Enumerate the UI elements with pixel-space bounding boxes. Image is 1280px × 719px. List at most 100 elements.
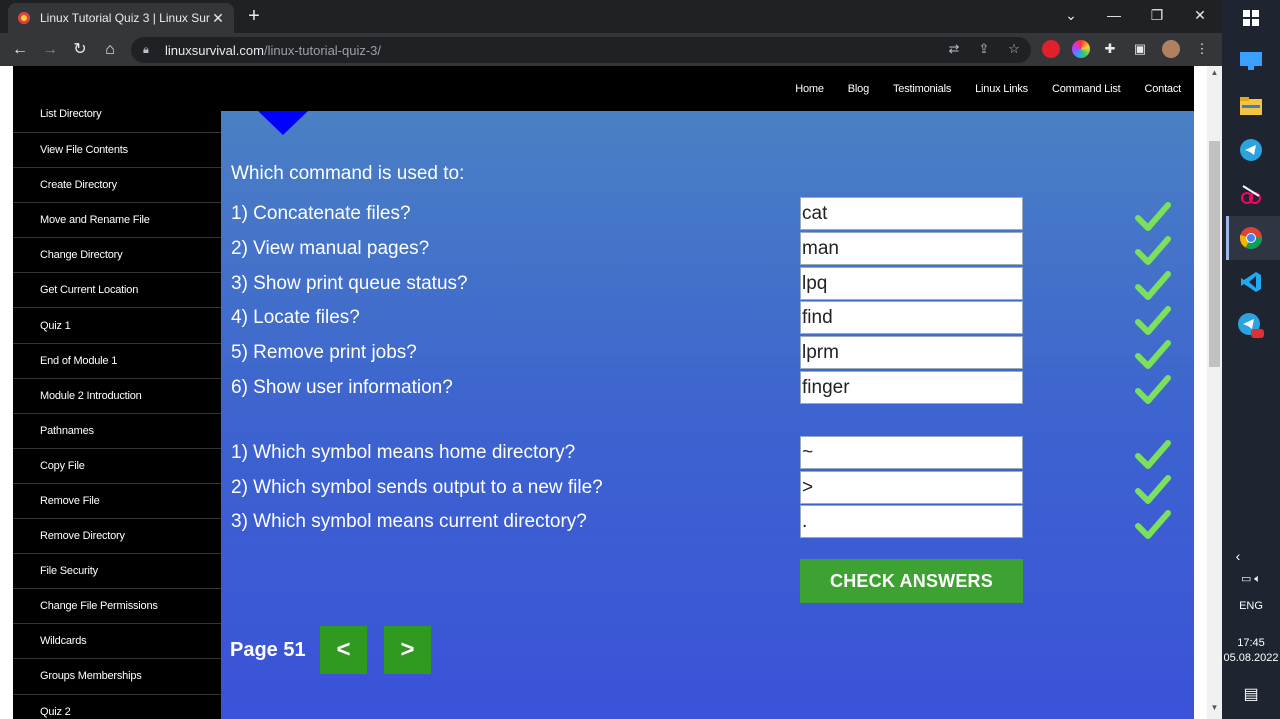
nav-home[interactable]: Home xyxy=(795,83,824,95)
sidebar-item-remove-directory[interactable]: Remove Directory xyxy=(13,519,221,555)
web-page: List Directory View File Contents Create… xyxy=(0,66,1207,719)
correct-check-icon xyxy=(1135,340,1171,369)
nav-contact[interactable]: Contact xyxy=(1144,83,1181,95)
extension-color-icon[interactable] xyxy=(1072,40,1090,58)
sidebar-item-file-security[interactable]: File Security xyxy=(13,554,221,590)
answer-input[interactable] xyxy=(800,197,1023,230)
sidebar-item-end-of-module-1[interactable]: End of Module 1 xyxy=(13,344,221,379)
tab-close-icon[interactable]: ✕ xyxy=(210,10,226,27)
clock-time: 17:45 xyxy=(1237,637,1265,649)
tab-title: Linux Tutorial Quiz 3 | Linux Surv xyxy=(40,11,210,25)
correct-check-icon xyxy=(1135,440,1171,469)
sidebar-item-change-directory[interactable]: Change Directory xyxy=(13,238,221,274)
nav-testimonials[interactable]: Testimonials xyxy=(893,83,951,95)
telegram-badge-icon[interactable] xyxy=(1235,310,1267,342)
question-text: 1) Concatenate files? xyxy=(231,203,411,224)
correct-check-icon xyxy=(1135,375,1171,404)
show-hidden-icons-chevron-icon[interactable]: ‹ xyxy=(1222,548,1254,564)
question-text: 2) View manual pages? xyxy=(231,238,430,259)
share-icon[interactable]: ⇪ xyxy=(974,38,994,60)
answer-input[interactable] xyxy=(800,371,1023,404)
question-text: 3) Which symbol means current directory? xyxy=(231,511,587,532)
sidebar-item-quiz-1[interactable]: Quiz 1 xyxy=(13,308,221,344)
restore-button[interactable]: ❐ xyxy=(1135,0,1179,30)
previous-page-button[interactable]: < xyxy=(320,626,367,674)
page-scrollbar[interactable]: ▲ ▼ xyxy=(1207,66,1222,719)
minimize-button[interactable]: — xyxy=(1092,0,1136,30)
menu-dots-icon[interactable]: ⋮ xyxy=(1192,38,1212,60)
snipping-tool-icon[interactable] xyxy=(1235,178,1267,210)
tab-search-icon[interactable]: ⌄ xyxy=(1049,0,1093,30)
forward-icon[interactable]: → xyxy=(37,37,63,63)
answer-input[interactable] xyxy=(800,336,1023,369)
sidebar-item-view-file-contents[interactable]: View File Contents xyxy=(13,133,221,169)
sidebar-item-module-2-intro[interactable]: Module 2 Introduction xyxy=(13,379,221,414)
question-text: 4) Locate files? xyxy=(231,307,360,328)
windows-taskbar: ‹ ▭ 🔈︎ ENG 17:45 05.08.2022 ▤ xyxy=(1222,0,1280,719)
question-text: 1) Which symbol means home directory? xyxy=(231,442,576,463)
sidebar-item-remove-file[interactable]: Remove File xyxy=(13,484,221,520)
answer-input[interactable] xyxy=(800,471,1023,504)
question-text: 5) Remove print jobs? xyxy=(231,342,417,363)
browser-tab[interactable]: Linux Tutorial Quiz 3 | Linux Surv ✕ xyxy=(8,3,234,33)
sidebar-item-list-directory[interactable]: List Directory xyxy=(13,66,221,133)
system-tray-icons[interactable]: ▭ 🔈︎ xyxy=(1222,572,1280,586)
correct-check-icon xyxy=(1135,306,1171,335)
site-favicon-icon xyxy=(18,12,30,24)
correct-check-icon xyxy=(1135,475,1171,504)
sidebar-item-create-directory[interactable]: Create Directory xyxy=(13,168,221,204)
correct-check-icon xyxy=(1135,510,1171,539)
reload-icon[interactable]: ↻ xyxy=(67,37,93,63)
nav-blog[interactable]: Blog xyxy=(848,83,869,95)
scroll-down-arrow-icon[interactable]: ▼ xyxy=(1207,703,1222,715)
windows-start-icon[interactable] xyxy=(1235,2,1267,34)
url-host: linuxsurvival.com xyxy=(165,42,264,58)
sidebar-item-wildcards[interactable]: Wildcards xyxy=(13,624,221,660)
translate-icon[interactable]: ⇄ xyxy=(944,38,964,60)
back-icon[interactable]: ← xyxy=(7,37,33,63)
correct-check-icon xyxy=(1135,236,1171,265)
sidebar-item-copy-file[interactable]: Copy File xyxy=(13,449,221,484)
chrome-icon[interactable] xyxy=(1235,222,1267,254)
next-page-button[interactable]: > xyxy=(384,626,431,674)
quiz-heading: Which command is used to: xyxy=(231,163,465,184)
clock[interactable]: 17:45 05.08.2022 xyxy=(1222,636,1280,666)
question-text: 3) Show print queue status? xyxy=(231,273,468,294)
address-bar[interactable]: 🔒︎ linuxsurvival.com/linux-tutorial-quiz… xyxy=(131,37,1031,63)
sidebar: List Directory View File Contents Create… xyxy=(13,66,221,719)
answer-input[interactable] xyxy=(800,301,1023,334)
lock-icon: 🔒︎ xyxy=(143,43,149,56)
file-explorer-icon[interactable] xyxy=(1235,90,1267,122)
bookmark-star-icon[interactable]: ☆ xyxy=(1004,38,1024,60)
answer-input[interactable] xyxy=(800,267,1023,300)
scroll-thumb[interactable] xyxy=(1209,141,1220,367)
check-answers-button[interactable]: CHECK ANSWERS xyxy=(800,559,1023,603)
notification-center-icon[interactable]: ▤ xyxy=(1239,684,1263,708)
sidebar-item-quiz-2[interactable]: Quiz 2 xyxy=(13,695,221,719)
correct-check-icon xyxy=(1135,202,1171,231)
extensions-puzzle-icon[interactable]: ✚ xyxy=(1100,38,1120,60)
answer-input[interactable] xyxy=(800,436,1023,469)
menu-pointer-triangle xyxy=(258,111,308,135)
telegram-icon[interactable] xyxy=(1235,134,1267,166)
vscode-icon[interactable] xyxy=(1235,266,1267,298)
scroll-up-arrow-icon[interactable]: ▲ xyxy=(1207,68,1222,80)
sidebar-item-get-current-location[interactable]: Get Current Location xyxy=(13,273,221,309)
nav-linux-links[interactable]: Linux Links xyxy=(975,83,1028,95)
nav-command-list[interactable]: Command List xyxy=(1052,83,1121,95)
close-window-button[interactable]: ✕ xyxy=(1178,0,1222,30)
home-icon[interactable]: ⌂ xyxy=(97,37,123,63)
answer-input[interactable] xyxy=(800,505,1023,538)
new-tab-button[interactable]: + xyxy=(243,5,265,27)
answer-input[interactable] xyxy=(800,232,1023,265)
sidebar-item-groups-memberships[interactable]: Groups Memberships xyxy=(13,659,221,695)
side-panel-icon[interactable]: ▣ xyxy=(1130,38,1150,60)
sidebar-item-change-file-permissions[interactable]: Change File Permissions xyxy=(13,589,221,625)
language-indicator[interactable]: ENG xyxy=(1222,600,1280,612)
extension-opera-icon[interactable] xyxy=(1042,40,1060,58)
sidebar-item-move-rename-file[interactable]: Move and Rename File xyxy=(13,203,221,239)
profile-avatar[interactable] xyxy=(1162,40,1180,58)
url-path: /linux-tutorial-quiz-3/ xyxy=(263,42,382,58)
desktop-app-icon[interactable] xyxy=(1235,45,1267,77)
sidebar-item-pathnames[interactable]: Pathnames xyxy=(13,414,221,449)
